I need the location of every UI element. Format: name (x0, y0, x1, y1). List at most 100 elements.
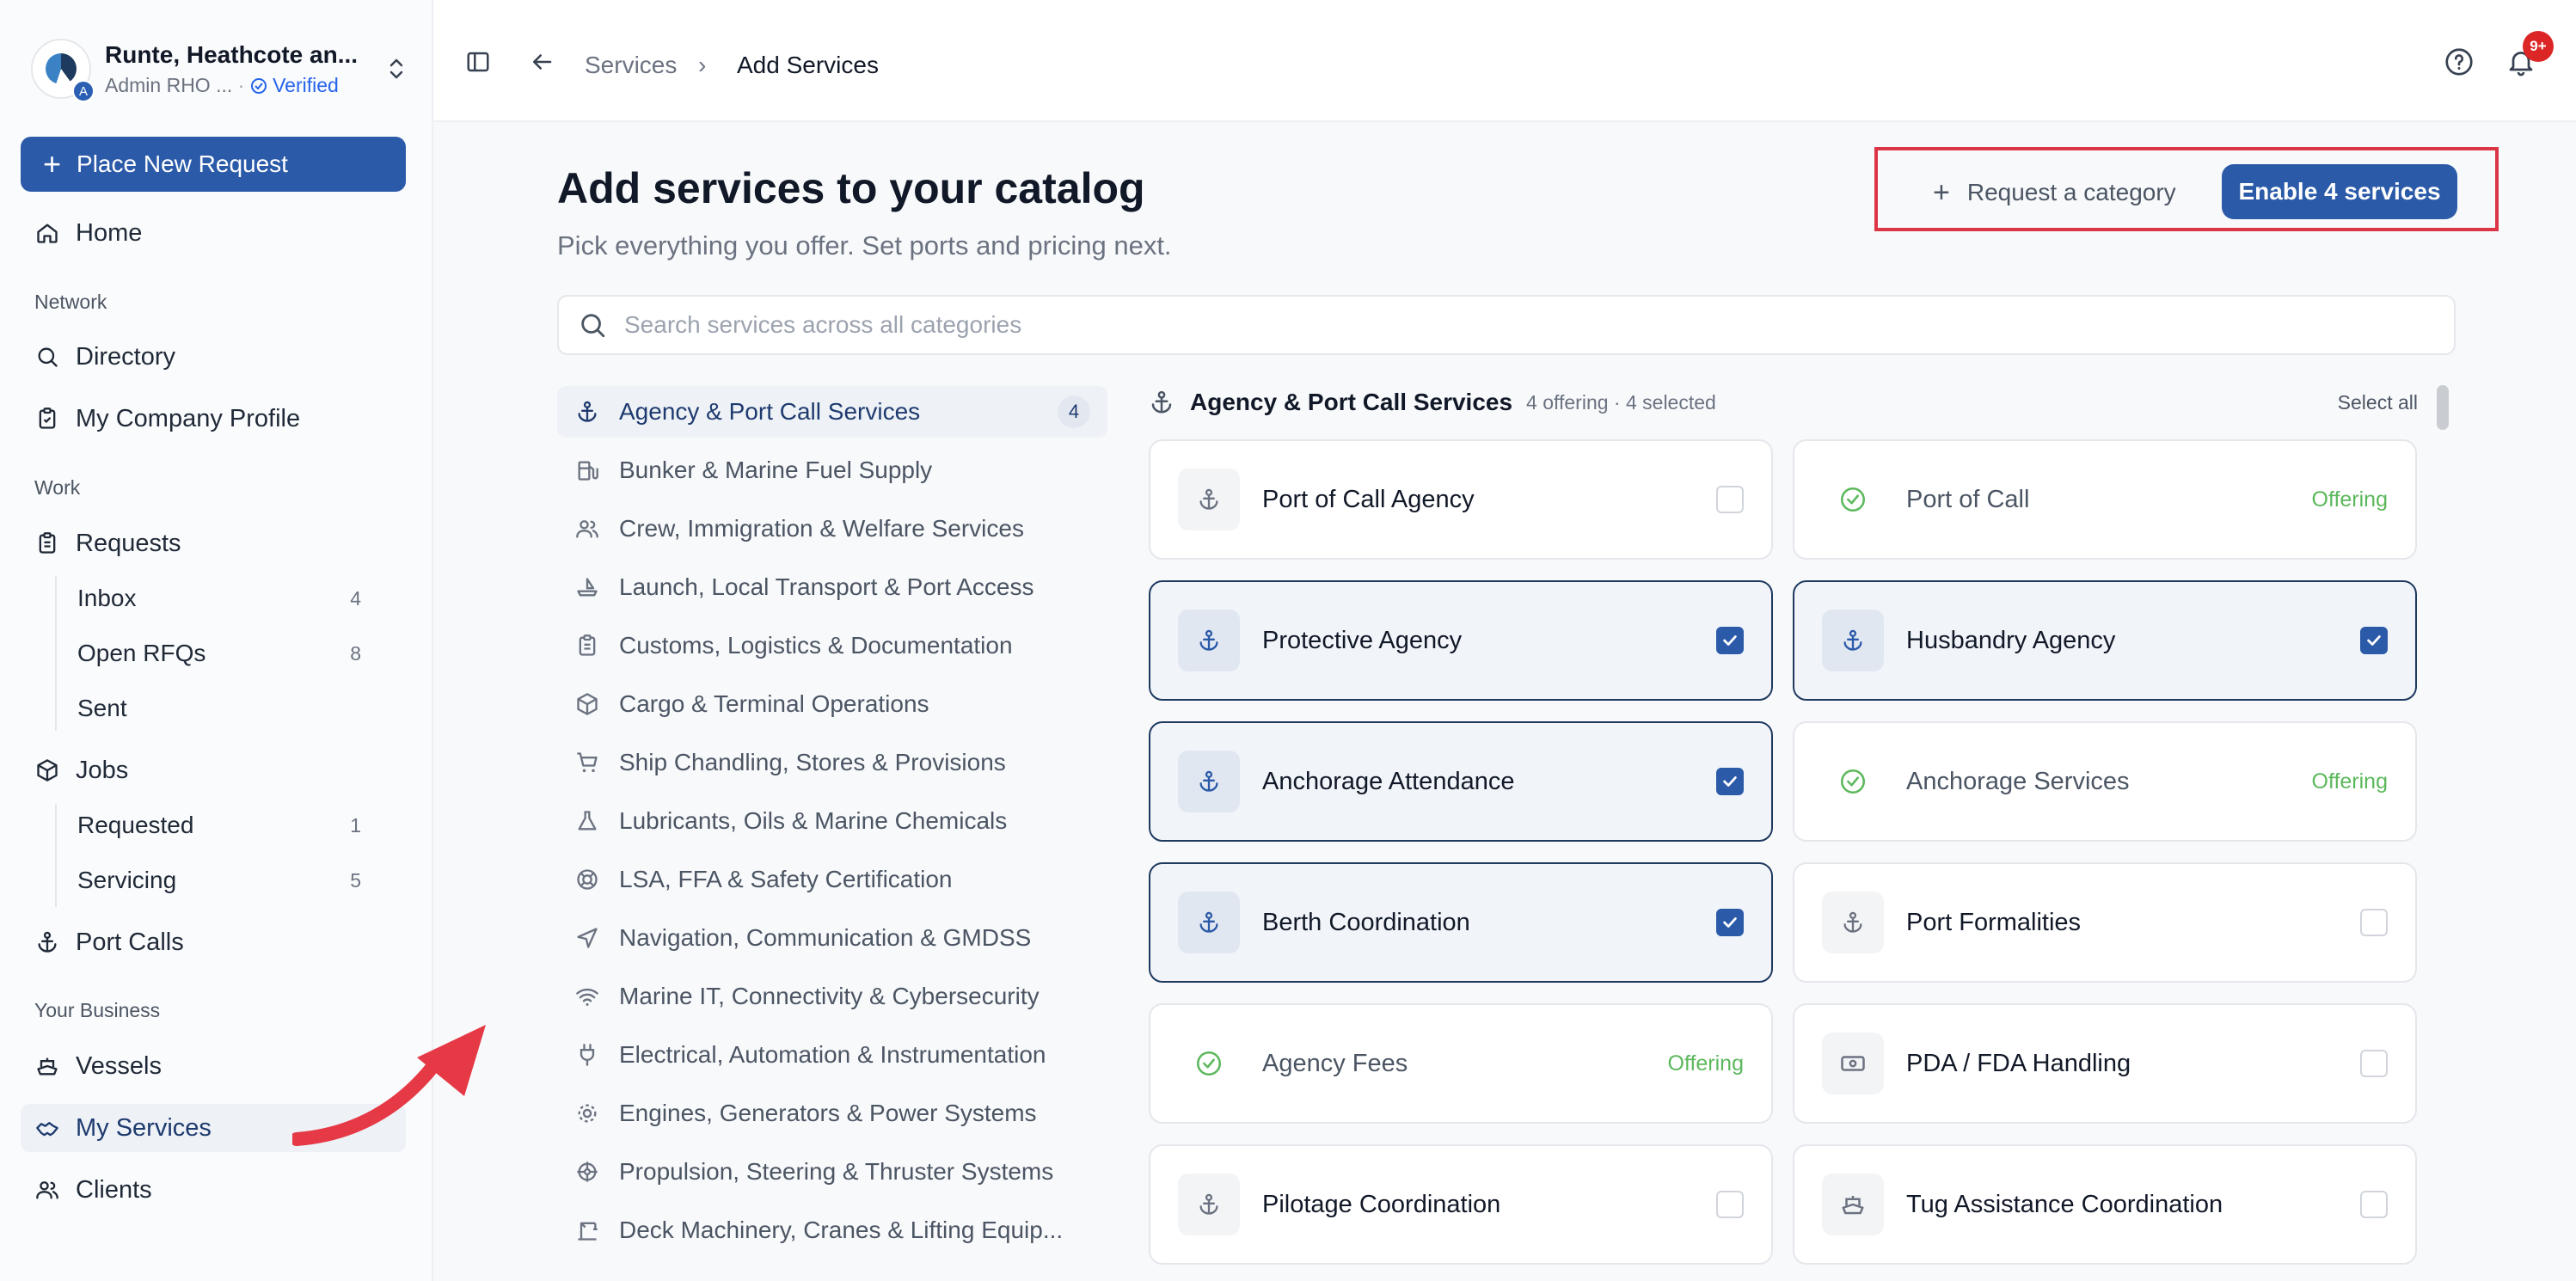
handshake-icon (34, 1115, 60, 1141)
sidebar-toggle-icon[interactable] (463, 46, 494, 77)
propeller-icon (574, 1159, 600, 1185)
service-card[interactable]: Port of Call Offering (1793, 439, 2417, 560)
breadcrumb-services[interactable]: Services (585, 52, 677, 79)
service-name: Berth Coordination (1262, 908, 1470, 936)
checkbox[interactable] (2360, 909, 2388, 936)
category-item[interactable]: LSA, FFA & Safety Certification (557, 854, 1107, 905)
category-label: Customs, Logistics & Documentation (619, 632, 1013, 659)
category-item[interactable]: Propulsion, Steering & Thruster Systems (557, 1146, 1107, 1198)
category-item[interactable]: Lubricants, Oils & Marine Chemicals (557, 795, 1107, 847)
category-item[interactable]: Agency & Port Call Services 4 (557, 386, 1107, 438)
service-card[interactable]: Protective Agency (1149, 580, 1773, 701)
checkbox[interactable] (2360, 1050, 2388, 1077)
section-your-business: Your Business (34, 999, 161, 1021)
box-icon (34, 757, 60, 783)
checkbox-checked[interactable] (2360, 627, 2388, 654)
category-item[interactable]: Bunker & Marine Fuel Supply (557, 444, 1107, 496)
back-arrow-icon[interactable] (526, 46, 557, 77)
service-card[interactable]: Husbandry Agency (1793, 580, 2417, 701)
sidebar-item-port-calls[interactable]: Port Calls (21, 918, 406, 966)
category-label: Agency & Port Call Services (619, 398, 921, 425)
search-icon (581, 314, 605, 338)
service-name: PDA / FDA Handling (1906, 1049, 2131, 1077)
category-label: Deck Machinery, Cranes & Lifting Equip..… (619, 1217, 1064, 1243)
category-item[interactable]: Electrical, Automation & Instrumentation (557, 1029, 1107, 1081)
sidebar-item-company-profile[interactable]: My Company Profile (21, 395, 406, 443)
service-card[interactable]: Agency Fees Offering (1149, 1003, 1773, 1124)
service-card[interactable]: Anchorage Attendance (1149, 721, 1773, 842)
org-badge: A (72, 80, 95, 102)
sidebar-item-jobs[interactable]: Jobs (21, 746, 406, 794)
checkbox[interactable] (2360, 1191, 2388, 1218)
subitem-label: Servicing (77, 867, 177, 893)
help-icon[interactable] (2444, 46, 2475, 77)
service-name: Pilotage Coordination (1262, 1190, 1501, 1218)
service-card[interactable]: Pilotage Coordination (1149, 1144, 1773, 1265)
anchor-icon (1822, 892, 1884, 953)
sidebar-item-requests[interactable]: Requests (21, 519, 406, 567)
users-icon (34, 1177, 60, 1203)
sidebar-item-directory[interactable]: Directory (21, 333, 406, 381)
checkbox-checked[interactable] (1716, 627, 1744, 654)
category-item[interactable]: Deck Machinery, Cranes & Lifting Equip..… (557, 1204, 1107, 1256)
category-item[interactable]: Ship Chandling, Stores & Provisions (557, 737, 1107, 788)
sidebar-item-label: Requests (76, 529, 181, 557)
checkbox[interactable] (1716, 1191, 1744, 1218)
category-item[interactable]: Marine IT, Connectivity & Cybersecurity (557, 971, 1107, 1022)
navigation-icon (574, 925, 600, 951)
check-circle-icon (1822, 751, 1884, 812)
flask-icon (574, 808, 600, 834)
verified-label: Verified (273, 73, 339, 96)
service-card[interactable]: Port of Call Agency (1149, 439, 1773, 560)
org-switcher[interactable]: A Runte, Heathcote an... Admin RHO ... ·… (31, 34, 409, 103)
fuel-icon (574, 457, 600, 483)
search-bar[interactable] (557, 295, 2456, 355)
service-card[interactable]: Berth Coordination (1149, 862, 1773, 983)
service-card[interactable]: PDA / FDA Handling (1793, 1003, 2417, 1124)
select-all-button[interactable]: Select all (2338, 391, 2418, 414)
checkbox[interactable] (1716, 486, 1744, 513)
checkbox-checked[interactable] (1716, 768, 1744, 795)
sidebar-item-label: Jobs (76, 756, 129, 784)
sidebar-item-label: Clients (76, 1175, 152, 1204)
sidebar-item-clients[interactable]: Clients (21, 1166, 406, 1214)
sidebar-subitem-inbox[interactable]: Inbox 4 (77, 577, 361, 620)
category-label: Lubricants, Oils & Marine Chemicals (619, 807, 1008, 834)
sidebar-item-home[interactable]: Home (21, 209, 406, 257)
service-name: Protective Agency (1262, 626, 1463, 654)
category-item[interactable]: Cargo & Terminal Operations (557, 678, 1107, 730)
enable-services-button[interactable]: Enable 4 services (2222, 164, 2457, 219)
category-label: Cargo & Terminal Operations (619, 690, 929, 717)
panel-title: Agency & Port Call Services (1190, 389, 1513, 415)
category-item[interactable]: Customs, Logistics & Documentation (557, 620, 1107, 671)
category-item[interactable]: Engines, Generators & Power Systems (557, 1088, 1107, 1139)
sidebar-subitem-requested[interactable]: Requested 1 (77, 804, 361, 847)
search-icon (34, 344, 60, 370)
category-item[interactable]: Crew, Immigration & Welfare Services (557, 503, 1107, 555)
service-name: Port of Call Agency (1262, 485, 1475, 513)
search-input[interactable] (624, 311, 2454, 339)
sidebar-subitem-open-rfqs[interactable]: Open RFQs 8 (77, 632, 361, 675)
category-item[interactable]: Launch, Local Transport & Port Access (557, 561, 1107, 613)
sidebar-item-label: Port Calls (76, 928, 184, 956)
sidebar-subitem-servicing[interactable]: Servicing 5 (77, 859, 361, 902)
service-card[interactable]: Tug Assistance Coordination (1793, 1144, 2417, 1265)
category-label: Crew, Immigration & Welfare Services (619, 515, 1024, 542)
service-card[interactable]: Anchorage Services Offering (1793, 721, 2417, 842)
anchor-icon (34, 929, 60, 955)
service-card[interactable]: Port Formalities (1793, 862, 2417, 983)
org-role: Admin RHO ... (105, 73, 233, 96)
subitem-count: 5 (350, 868, 361, 892)
scrollbar[interactable] (2437, 385, 2449, 430)
sidebar-subitem-sent[interactable]: Sent (77, 687, 361, 730)
subitem-count: 1 (350, 813, 361, 837)
category-item[interactable]: Navigation, Communication & GMDSS (557, 912, 1107, 964)
anchor-icon (1151, 390, 1172, 414)
globe-icon (46, 53, 77, 84)
category-label: Ship Chandling, Stores & Provisions (619, 749, 1006, 775)
chevron-updown-icon[interactable] (383, 52, 409, 86)
org-name: Runte, Heathcote an... (105, 40, 359, 68)
checkbox-checked[interactable] (1716, 909, 1744, 936)
request-category-button[interactable]: + Request a category (1933, 169, 2176, 217)
place-new-request-button[interactable]: + Place New Request (21, 137, 406, 192)
